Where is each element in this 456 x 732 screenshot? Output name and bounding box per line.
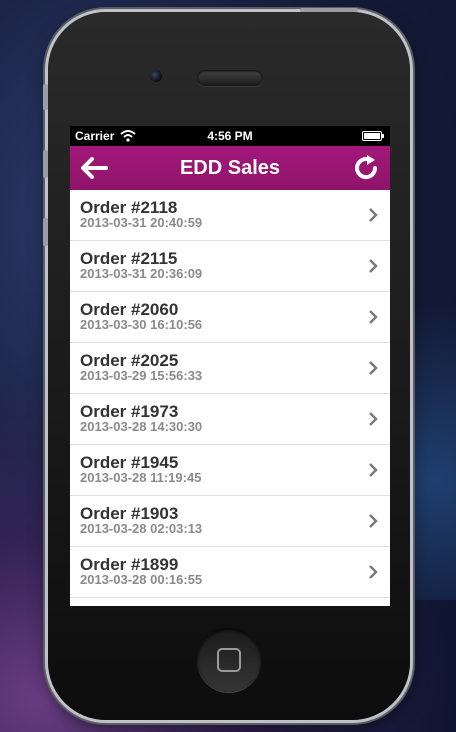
order-date: 2013-03-31 20:36:09 — [80, 266, 203, 281]
navigation-bar: EDD Sales — [70, 146, 390, 190]
order-row[interactable]: Order #1973 2013-03-28 14:30:30 — [70, 394, 390, 445]
order-row[interactable]: Order #2118 2013-03-31 20:40:59 — [70, 190, 390, 241]
order-row-partial[interactable] — [70, 598, 390, 606]
order-row[interactable]: Order #1945 2013-03-28 11:19:45 — [70, 445, 390, 496]
chevron-right-icon — [369, 259, 378, 273]
status-time: 4:56 PM — [207, 129, 253, 143]
order-date: 2013-03-30 16:10:56 — [80, 317, 203, 332]
front-camera — [150, 70, 162, 82]
chevron-right-icon — [369, 565, 378, 579]
home-button[interactable] — [197, 628, 261, 692]
chevron-right-icon — [369, 310, 378, 324]
order-list: Order #2118 2013-03-31 20:40:59 Order #2… — [70, 190, 390, 606]
battery-icon — [362, 131, 384, 141]
order-date: 2013-03-28 02:03:13 — [80, 521, 203, 536]
app-screen: Carrier 4:56 PM EDD Sales Order #2118 20… — [70, 126, 390, 606]
order-date: 2013-03-28 00:16:55 — [80, 572, 203, 587]
chevron-right-icon — [369, 514, 378, 528]
chevron-right-icon — [369, 412, 378, 426]
status-bar: Carrier 4:56 PM — [70, 126, 390, 146]
order-row[interactable]: Order #2060 2013-03-30 16:10:56 — [70, 292, 390, 343]
order-date: 2013-03-28 14:30:30 — [80, 419, 203, 434]
order-row[interactable]: Order #1903 2013-03-28 02:03:13 — [70, 496, 390, 547]
order-row[interactable]: Order #2025 2013-03-29 15:56:33 — [70, 343, 390, 394]
chevron-right-icon — [369, 208, 378, 222]
power-button — [300, 8, 358, 12]
order-row[interactable]: Order #2115 2013-03-31 20:36:09 — [70, 241, 390, 292]
volume-down-button — [43, 218, 48, 246]
refresh-icon[interactable] — [352, 154, 380, 182]
order-row[interactable]: Order #1899 2013-03-28 00:16:55 — [70, 547, 390, 598]
order-date: 2013-03-29 15:56:33 — [80, 368, 203, 383]
chevron-right-icon — [369, 361, 378, 375]
order-date: 2013-03-31 20:40:59 — [80, 215, 203, 230]
home-square-icon — [217, 648, 241, 672]
mute-switch — [43, 84, 48, 110]
chevron-right-icon — [369, 463, 378, 477]
nav-title: EDD Sales — [179, 157, 281, 179]
order-date: 2013-03-28 11:19:45 — [80, 470, 202, 485]
earpiece-speaker — [197, 70, 263, 86]
volume-up-button — [43, 150, 48, 178]
